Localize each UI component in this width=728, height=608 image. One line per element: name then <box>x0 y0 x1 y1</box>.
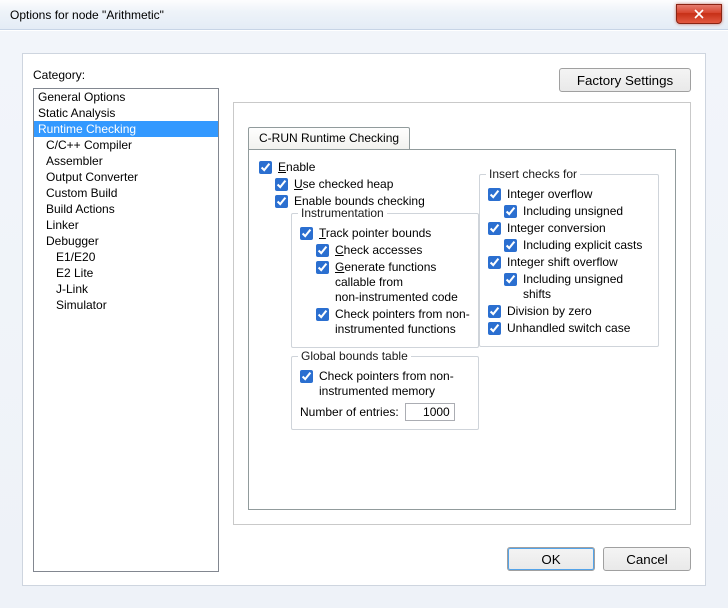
category-item[interactable]: Debugger <box>34 233 218 249</box>
use-heap-checkbox[interactable] <box>275 178 288 191</box>
category-item[interactable]: Custom Build <box>34 185 218 201</box>
category-item[interactable]: Simulator <box>34 297 218 313</box>
category-item[interactable]: Linker <box>34 217 218 233</box>
check-pointers-functions-label: Check pointers from non-instrumented fun… <box>335 307 470 337</box>
enable-checkbox[interactable] <box>259 161 272 174</box>
tab-body: Enable Use checked heap Enable bounds ch… <box>248 149 676 510</box>
enable-bounds-checkbox[interactable] <box>275 195 288 208</box>
category-item[interactable]: C/C++ Compiler <box>34 137 218 153</box>
check-accesses-checkbox[interactable] <box>316 244 329 257</box>
close-icon <box>694 9 704 19</box>
switch-case-label: Unhandled switch case <box>507 321 630 336</box>
category-list[interactable]: General OptionsStatic AnalysisRuntime Ch… <box>33 88 219 572</box>
instrumentation-group: Instrumentation Track pointer bounds Che… <box>291 213 479 348</box>
enable-label: Enable <box>278 160 315 175</box>
tab-crun[interactable]: C-RUN Runtime Checking <box>248 127 410 149</box>
close-button[interactable] <box>676 4 722 24</box>
division-zero-checkbox[interactable] <box>488 305 501 318</box>
global-bounds-group: Global bounds table Check pointers from … <box>291 356 479 430</box>
check-accesses-label: Check accesses <box>335 243 422 258</box>
integer-overflow-checkbox[interactable] <box>488 188 501 201</box>
use-heap-label: Use checked heap <box>294 177 393 192</box>
factory-settings-button[interactable]: Factory Settings <box>559 68 691 92</box>
track-bounds-checkbox[interactable] <box>300 227 313 240</box>
category-item[interactable]: Static Analysis <box>34 105 218 121</box>
check-pointers-functions-checkbox[interactable] <box>316 308 329 321</box>
generate-functions-label: Generate functionscallable fromnon-instr… <box>335 260 458 305</box>
num-entries-label: Number of entries: <box>300 405 399 419</box>
including-unsigned-shifts-checkbox[interactable] <box>504 273 517 286</box>
check-pointers-memory-label: Check pointers from non-instrumented mem… <box>319 369 454 399</box>
category-item[interactable]: General Options <box>34 89 218 105</box>
category-item[interactable]: Output Converter <box>34 169 218 185</box>
category-item[interactable]: E2 Lite <box>34 265 218 281</box>
integer-conversion-checkbox[interactable] <box>488 222 501 235</box>
settings-area: C-RUN Runtime Checking Enable Use checke… <box>233 102 691 525</box>
window-frame: Category: General OptionsStatic Analysis… <box>0 30 728 608</box>
including-casts-checkbox[interactable] <box>504 239 517 252</box>
integer-conversion-label: Integer conversion <box>507 221 606 236</box>
check-pointers-memory-checkbox[interactable] <box>300 370 313 383</box>
category-item[interactable]: Assembler <box>34 153 218 169</box>
instrumentation-title: Instrumentation <box>298 206 387 220</box>
including-unsigned-shifts-label: Including unsigned shifts <box>523 272 650 302</box>
including-unsigned-label: Including unsigned <box>523 204 623 219</box>
shift-overflow-label: Integer shift overflow <box>507 255 618 270</box>
including-unsigned-checkbox[interactable] <box>504 205 517 218</box>
category-item[interactable]: Build Actions <box>34 201 218 217</box>
integer-overflow-label: Integer overflow <box>507 187 592 202</box>
category-label: Category: <box>33 68 85 82</box>
category-item[interactable]: Runtime Checking <box>34 121 218 137</box>
window-title: Options for node "Arithmetic" <box>10 8 164 22</box>
insert-checks-title: Insert checks for <box>486 167 580 181</box>
switch-case-checkbox[interactable] <box>488 322 501 335</box>
category-item[interactable]: E1/E20 <box>34 249 218 265</box>
including-casts-label: Including explicit casts <box>523 238 642 253</box>
insert-checks-group: Insert checks for Integer overflow Inclu… <box>479 174 659 347</box>
global-bounds-title: Global bounds table <box>298 349 411 363</box>
dialog-panel: Category: General OptionsStatic Analysis… <box>22 53 706 586</box>
shift-overflow-checkbox[interactable] <box>488 256 501 269</box>
generate-functions-checkbox[interactable] <box>316 261 329 274</box>
title-bar: Options for node "Arithmetic" <box>0 0 728 30</box>
category-item[interactable]: J-Link <box>34 281 218 297</box>
cancel-button[interactable]: Cancel <box>603 547 691 571</box>
num-entries-input[interactable] <box>405 403 455 421</box>
track-bounds-label: Track pointer bounds <box>319 226 431 241</box>
division-zero-label: Division by zero <box>507 304 592 319</box>
ok-button[interactable]: OK <box>507 547 595 571</box>
